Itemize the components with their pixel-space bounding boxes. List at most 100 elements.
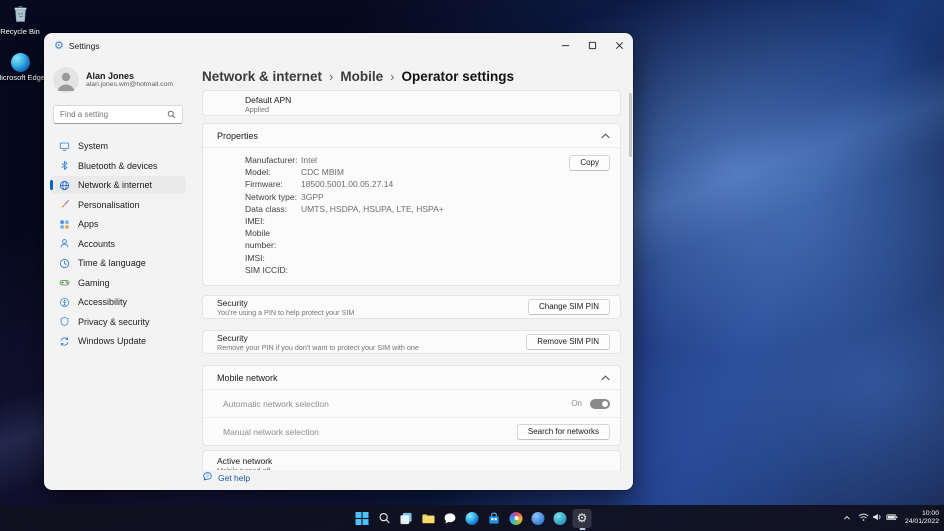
close-button[interactable] (606, 33, 633, 58)
hidden-icons-chevron[interactable] (843, 509, 851, 527)
active-network-card: Active network Mobile turned off (202, 450, 621, 470)
breadcrumb-mobile[interactable]: Mobile (340, 69, 383, 84)
maximize-button[interactable] (579, 33, 606, 58)
breadcrumb-network-internet[interactable]: Network & internet (202, 69, 322, 84)
bluetooth-icon (59, 160, 70, 171)
property-row: Data class: UMTS, HSDPA, HSUPA, LTE, HSPA… (245, 203, 444, 214)
security-title: Security (217, 297, 248, 308)
chat-icon[interactable] (441, 509, 460, 528)
profile[interactable]: Alan Jones alan.jones.wm@hotmail.com (53, 67, 190, 93)
property-row: SIM ICCID: (245, 264, 288, 275)
sidebar-item-gaming[interactable]: Gaming (50, 274, 186, 292)
window-title: Settings (68, 41, 100, 51)
default-apn-status: Applied (245, 105, 269, 114)
sidebar-item-accounts[interactable]: Accounts (50, 235, 186, 253)
default-apn-title: Default APN (245, 95, 292, 105)
security-remove-pin-card: Security Remove your PIN if you don't wa… (202, 330, 621, 355)
clock-icon (59, 258, 70, 269)
properties-card: Properties Manufacturer: Intel Model: CDC … (202, 123, 621, 287)
wifi-icon (858, 509, 869, 527)
sidebar-item-system[interactable]: System (50, 137, 186, 155)
app-icon[interactable] (529, 509, 548, 528)
task-view-icon[interactable] (397, 509, 416, 528)
microsoft-store-icon[interactable] (485, 509, 504, 528)
toggle-state-label: On (571, 399, 582, 409)
search-icon (167, 106, 176, 124)
page-title: Operator settings (401, 69, 514, 84)
mobile-network-header[interactable]: Mobile network (203, 366, 620, 389)
property-row: Mobile number: (245, 228, 277, 251)
minimize-button[interactable] (552, 33, 579, 58)
recycle-bin-icon (12, 5, 29, 26)
desktop-icon-microsoft-edge[interactable]: Microsoft Edge (0, 53, 46, 83)
get-help-link[interactable]: ? Get help (202, 471, 250, 485)
start-button[interactable] (353, 509, 372, 528)
sidebar-item-privacy-security[interactable]: Privacy & security (50, 313, 186, 331)
chevron-up-icon (601, 374, 610, 381)
security-description: You're using a PIN to help protect your … (217, 307, 355, 317)
sidebar-item-apps[interactable]: Apps (50, 215, 186, 233)
taskbar-center: ⚙ (353, 505, 592, 531)
change-sim-pin-button[interactable]: Change SIM PIN (527, 299, 610, 316)
search-for-networks-button[interactable]: Search for networks (516, 423, 610, 440)
profile-name: Alan Jones (86, 71, 135, 81)
shield-icon (59, 316, 70, 327)
photos-icon[interactable] (507, 509, 526, 528)
tray-date: 24/01/2022 (904, 518, 939, 525)
breadcrumb-separator: › (390, 69, 395, 84)
remove-sim-pin-button[interactable]: Remove SIM PIN (526, 334, 610, 351)
app-icon[interactable] (551, 509, 570, 528)
taskbar-search-icon[interactable] (375, 509, 394, 528)
sidebar-nav: System Bluetooth & devices Network & int… (50, 137, 186, 350)
default-apn-card: Default APN Applied (202, 90, 621, 116)
active-network-status: Mobile turned off (217, 466, 610, 470)
security-description: Remove your PIN if you don't want to pro… (217, 342, 419, 352)
sidebar-item-accessibility[interactable]: Accessibility (50, 293, 186, 311)
properties-body: Manufacturer: Intel Model: CDC MBIM Firmwa… (203, 148, 620, 285)
help-chat-icon: ? (202, 469, 213, 487)
settings-app-icon: ⚙ (54, 39, 64, 52)
edge-icon (10, 53, 30, 72)
apps-grid-icon (59, 219, 70, 230)
automatic-network-toggle[interactable] (590, 398, 610, 409)
settings-scroll-area: Default APN Applied Properties Manufactu… (202, 90, 621, 470)
mobile-network-card: Mobile network Automatic network selecti… (202, 365, 621, 447)
volume-icon (872, 509, 883, 527)
accessibility-person-icon (59, 297, 70, 308)
breadcrumb-separator: › (329, 69, 334, 84)
scrollbar-thumb[interactable] (629, 93, 632, 157)
breadcrumb: Network & internet › Mobile › Operator s… (202, 67, 621, 86)
property-row: Manufacturer: Intel (245, 155, 318, 165)
file-explorer-icon[interactable] (419, 509, 438, 528)
system-tray: 10:00 24/01/2022 (843, 505, 939, 531)
sidebar-item-time-language[interactable]: Time & language (50, 254, 186, 272)
sidebar: Alan Jones alan.jones.wm@hotmail.com Sys… (44, 59, 192, 490)
sidebar-item-bluetooth-devices[interactable]: Bluetooth & devices (50, 157, 186, 175)
settings-taskbar-icon[interactable]: ⚙ (572, 508, 592, 528)
globe-icon (59, 180, 70, 191)
search-input[interactable] (60, 110, 167, 119)
copy-button[interactable]: Copy (569, 155, 610, 171)
sidebar-item-windows-update[interactable]: Windows Update (50, 332, 186, 350)
desktop-icon-recycle-bin[interactable]: Recycle Bin (0, 5, 46, 36)
person-icon (59, 238, 70, 249)
security-change-pin-card: Security You're using a PIN to help prot… (202, 295, 621, 320)
property-row: Network type: 3GPP (245, 191, 324, 202)
properties-header[interactable]: Properties (203, 124, 620, 147)
sidebar-item-personalisation[interactable]: Personalisation (50, 196, 186, 214)
quick-settings[interactable] (858, 509, 898, 527)
property-row: Firmware: 18500.5001.00.05.27.14 (245, 179, 394, 190)
gamepad-icon (59, 277, 70, 288)
manual-network-selection-row: Manual network selection Search for netw… (203, 418, 620, 445)
property-row: IMEI: (245, 216, 265, 227)
main-content: Network & internet › Mobile › Operator s… (192, 59, 633, 490)
search-box[interactable] (53, 105, 183, 124)
recycle-bin-label: Recycle Bin (0, 26, 40, 36)
sidebar-item-network-internet[interactable]: Network & internet (50, 176, 186, 194)
chevron-up-icon (601, 132, 610, 139)
clock[interactable]: 10:00 24/01/2022 (905, 510, 939, 527)
edge-icon[interactable] (463, 509, 482, 528)
svg-text:?: ? (206, 474, 209, 479)
property-row: IMSI: (245, 252, 265, 263)
titlebar: ⚙ Settings (44, 33, 633, 59)
